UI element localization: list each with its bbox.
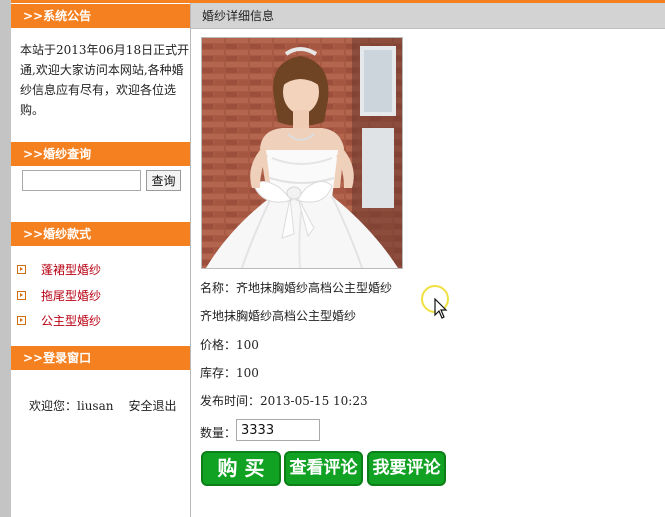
stock-row: 库存：100 [200, 364, 259, 381]
quantity-label: 数量： [200, 426, 237, 440]
welcome-row: 欢迎您：liusan 安全退出 [29, 397, 176, 414]
publish-time-value: 2013-05-15 10:23 [260, 394, 368, 408]
style-item-label[interactable]: 公主型婚纱 [41, 312, 101, 330]
wedding-dress-illustration [202, 38, 402, 268]
stock-value: 100 [236, 366, 259, 380]
login-header: >>登录窗口 [11, 346, 190, 370]
publish-time-label: 发布时间： [200, 394, 261, 408]
welcome-label: 欢迎您： [29, 399, 78, 413]
name-value: 齐地抹胸婚纱高档公主型婚纱 [236, 281, 393, 295]
search-input[interactable] [22, 170, 141, 191]
logout-link[interactable]: 安全退出 [128, 399, 176, 413]
quantity-input[interactable] [236, 419, 320, 441]
mouse-pointer-icon [434, 298, 448, 319]
price-row: 价格：100 [200, 336, 259, 353]
notice-text: 本站于2013年06月18日正式开通,欢迎大家访问本网站,各种婚纱信息应有尽有，… [20, 43, 190, 117]
description-text: 齐地抹胸婚纱高档公主型婚纱 [200, 309, 357, 323]
arrow-bullet-icon [17, 316, 26, 325]
view-comments-button[interactable]: 查看评论 [284, 451, 363, 486]
buy-button[interactable]: 购 买 [201, 451, 281, 486]
wedding-dress-photo [201, 37, 403, 269]
arrow-bullet-icon [17, 265, 26, 274]
notice-header: >>系统公告 [11, 4, 190, 28]
name-label: 名称： [200, 281, 237, 295]
detail-title-bar: 婚纱详细信息 [191, 3, 665, 29]
sidebar: >>系统公告 本站于2013年06月18日正式开通,欢迎大家访问本网站,各种婚纱… [11, 3, 190, 517]
username: liusan [77, 399, 114, 413]
style-item-label[interactable]: 蓬裙型婚纱 [41, 261, 101, 279]
publish-time-row: 发布时间：2013-05-15 10:23 [200, 392, 368, 409]
price-label: 价格： [200, 338, 237, 352]
arrow-bullet-icon [17, 291, 26, 300]
write-comment-button[interactable]: 我要评论 [367, 451, 446, 486]
search-header: >>婚纱查询 [11, 142, 190, 166]
price-value: 100 [236, 338, 259, 352]
column-divider [190, 3, 191, 517]
search-button[interactable]: 查询 [146, 170, 181, 191]
styles-header: >>婚纱款式 [11, 222, 190, 246]
style-item-label[interactable]: 拖尾型婚纱 [41, 287, 101, 305]
stock-label: 库存： [200, 366, 237, 380]
name-row: 名称：齐地抹胸婚纱高档公主型婚纱 [200, 279, 392, 296]
left-edge-strip [0, 0, 11, 517]
